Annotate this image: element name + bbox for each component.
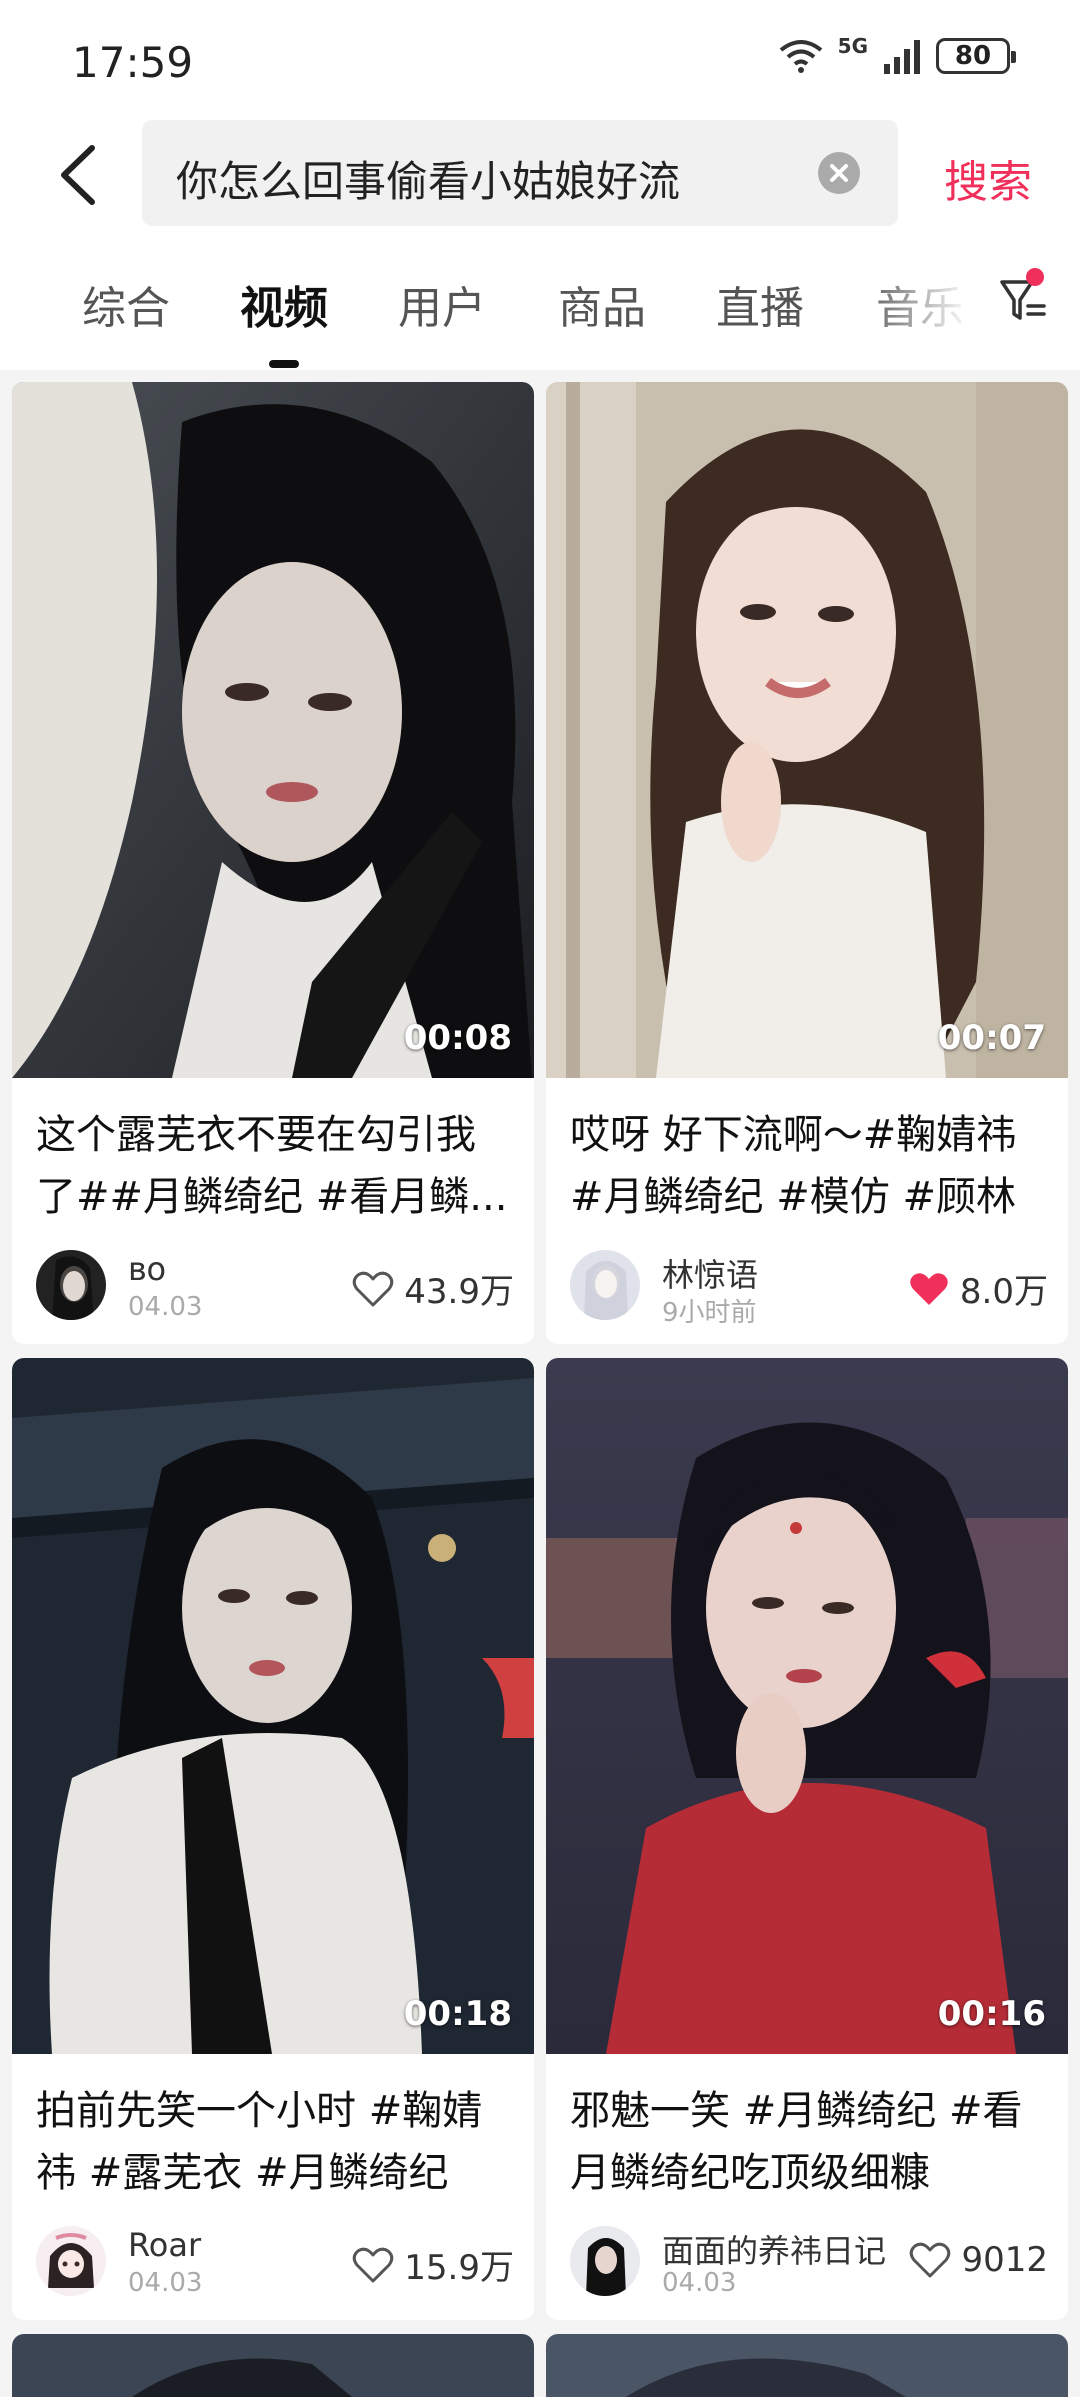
back-button[interactable]: [48, 136, 118, 214]
video-card[interactable]: 00:08 这个露芜衣不要在勾引我了##月鳞绮纪 #看月鳞... ʙᴏ 04.0…: [12, 382, 534, 1344]
like-count[interactable]: 9012: [909, 2240, 1048, 2280]
video-duration: 00:16: [937, 1994, 1046, 2034]
video-duration: 00:08: [403, 1018, 512, 1058]
avatar[interactable]: [36, 1250, 106, 1320]
active-tab-indicator: [269, 360, 299, 368]
heart-outline-icon: [353, 2247, 394, 2282]
tab-products[interactable]: 商品: [558, 272, 646, 336]
like-count[interactable]: 43.9万: [352, 1264, 514, 1313]
video-duration: 00:07: [937, 1018, 1046, 1058]
category-tabs: 综合 视频 用户 商品 直播 音乐: [0, 230, 1080, 370]
battery-icon: 80: [936, 38, 1016, 74]
search-button[interactable]: 搜索: [944, 146, 1032, 210]
video-title[interactable]: 这个露芜衣不要在勾引我了##月鳞绮纪 #看月鳞...: [36, 1104, 514, 1228]
like-count[interactable]: 15.9万: [352, 2240, 514, 2289]
video-author[interactable]: 林惊语 9小时前 8.0万: [570, 1250, 1048, 1328]
battery-level: 80: [954, 41, 992, 71]
video-thumbnail-image: [12, 2334, 534, 2397]
tab-fade-overlay: [860, 230, 990, 360]
video-thumbnail-image: [546, 1358, 1068, 2054]
search-query-text[interactable]: 你怎么回事偷看小姑娘好流: [176, 148, 796, 209]
search-input[interactable]: 你怎么回事偷看小姑娘好流: [142, 120, 898, 226]
video-card[interactable]: [546, 2334, 1068, 2397]
avatar[interactable]: [570, 2226, 640, 2296]
tab-video[interactable]: 视频: [240, 272, 328, 336]
video-card[interactable]: 00:16 邪魅一笑 #月鳞绮纪 #看月鳞绮纪吃顶级细糠 面面的养祎日记 04.…: [546, 1358, 1068, 2320]
video-author[interactable]: 面面的养祎日记 04.03 9012: [570, 2226, 1048, 2302]
post-date: 04.03: [662, 2268, 737, 2298]
video-thumbnail[interactable]: 00:08: [12, 382, 534, 1078]
video-author[interactable]: ʙᴏ 04.03 43.9万: [36, 1250, 514, 1326]
like-count-value: 15.9万: [404, 2248, 514, 2288]
status-icons: 5G 80: [778, 34, 1016, 74]
back-arrow-icon: [61, 145, 95, 205]
video-title[interactable]: 拍前先笑一个小时 #鞠婧祎 #露芜衣 #月鳞绮纪#...: [36, 2080, 514, 2204]
post-date: 04.03: [128, 2268, 203, 2298]
tab-comprehensive[interactable]: 综合: [82, 272, 170, 336]
author-name[interactable]: 林惊语: [662, 1250, 758, 1296]
author-name[interactable]: ʙᴏ: [128, 1250, 166, 1288]
like-count-value: 8.0万: [959, 1272, 1048, 1312]
video-thumbnail[interactable]: 00:18: [12, 1358, 534, 2054]
video-card[interactable]: [12, 2334, 534, 2397]
filter-notification-dot: [1026, 268, 1044, 286]
video-thumbnail-image: [12, 1358, 534, 2054]
status-bar: 17:59 5G 80: [0, 0, 1080, 120]
tab-users[interactable]: 用户: [398, 272, 486, 336]
tab-live[interactable]: 直播: [716, 272, 804, 336]
post-date: 9小时前: [662, 1298, 757, 1328]
video-author[interactable]: Roar 04.03 15.9万: [36, 2226, 514, 2302]
video-thumbnail[interactable]: 00:07: [546, 382, 1068, 1078]
network-type: 5G: [837, 34, 868, 58]
heart-filled-icon: [910, 1272, 948, 1305]
signal-icon: [884, 40, 920, 74]
like-count[interactable]: 8.0万: [908, 1264, 1048, 1313]
video-thumbnail-image: [546, 2334, 1068, 2397]
like-count-value: 9012: [961, 2240, 1048, 2280]
close-icon: [830, 164, 848, 182]
video-title[interactable]: 哎呀 好下流啊～#鞠婧祎 #月鳞绮纪 #模仿 #顾林: [570, 1104, 1048, 1228]
post-date: 04.03: [128, 1292, 203, 1322]
avatar[interactable]: [36, 2226, 106, 2296]
clear-search-button[interactable]: [818, 152, 860, 194]
video-card[interactable]: 00:18 拍前先笑一个小时 #鞠婧祎 #露芜衣 #月鳞绮纪#... Roar …: [12, 1358, 534, 2320]
heart-outline-icon: [353, 1271, 394, 1306]
author-name[interactable]: Roar: [128, 2226, 201, 2264]
wifi-icon: [779, 40, 822, 73]
heart-outline-icon: [910, 2242, 951, 2278]
status-time: 17:59: [72, 38, 194, 87]
video-title[interactable]: 邪魅一笑 #月鳞绮纪 #看月鳞绮纪吃顶级细糠: [570, 2080, 1048, 2204]
author-name[interactable]: 面面的养祎日记: [662, 2226, 886, 2272]
video-duration: 00:18: [403, 1994, 512, 2034]
video-thumbnail-image: [12, 382, 534, 1078]
avatar[interactable]: [570, 1250, 640, 1320]
video-thumbnail-image: [546, 382, 1068, 1078]
like-count-value: 43.9万: [404, 1272, 514, 1312]
video-thumbnail[interactable]: 00:16: [546, 1358, 1068, 2054]
video-card[interactable]: 00:07 哎呀 好下流啊～#鞠婧祎 #月鳞绮纪 #模仿 #顾林 林惊语 9小时…: [546, 382, 1068, 1344]
search-header: 你怎么回事偷看小姑娘好流 搜索: [0, 120, 1080, 230]
